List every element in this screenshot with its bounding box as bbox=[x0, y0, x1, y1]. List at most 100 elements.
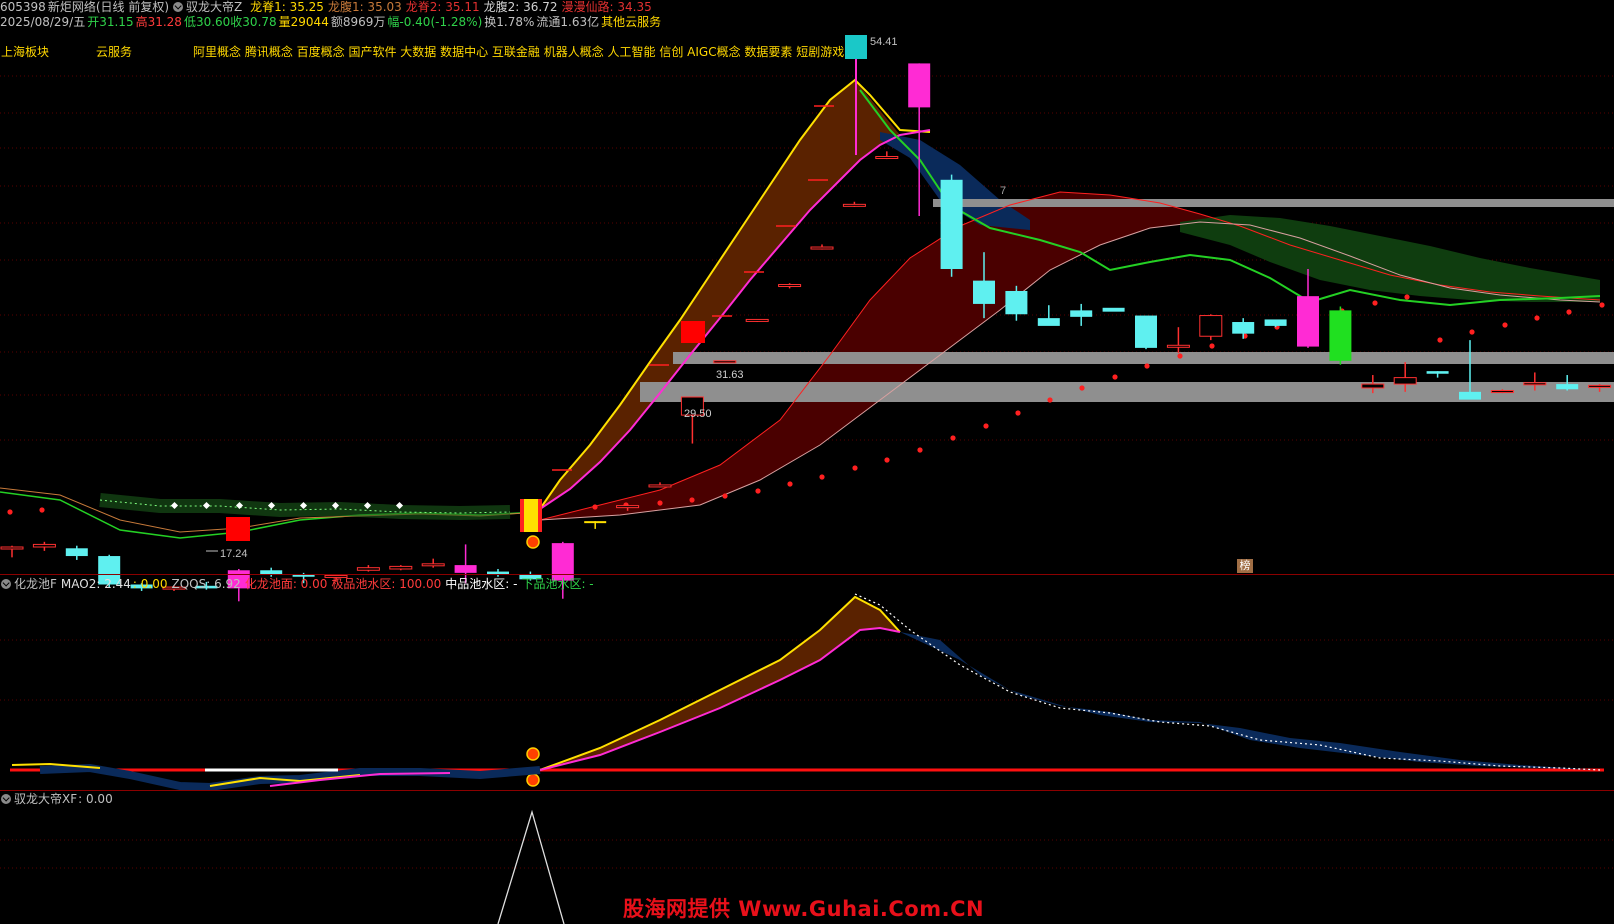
candle-body bbox=[1070, 310, 1093, 317]
candle bbox=[745, 318, 769, 323]
resistance-bar-top bbox=[933, 199, 1614, 207]
signal-name[interactable]: 驭龙大帝XF bbox=[14, 792, 77, 806]
quote-change: 幅-0.40(-1.28%) bbox=[387, 15, 483, 29]
sar-dot bbox=[1566, 309, 1572, 315]
sar-dot bbox=[1209, 343, 1215, 349]
pool-top: 极品池水区: 100.00 bbox=[331, 577, 442, 591]
dragon-band-green bbox=[1180, 215, 1600, 302]
candle-body bbox=[1329, 310, 1352, 361]
pool-settings-icon[interactable] bbox=[1, 579, 11, 589]
sar-dot bbox=[755, 488, 761, 494]
sar-dot bbox=[1599, 302, 1605, 308]
quote-close: 收30.78 bbox=[230, 15, 277, 29]
candle-body bbox=[973, 280, 995, 304]
industry-label[interactable]: 云服务 bbox=[96, 45, 132, 60]
signal-settings-icon[interactable] bbox=[1, 794, 11, 804]
candle bbox=[1037, 305, 1060, 326]
signal-coin-icon bbox=[526, 747, 540, 761]
candle-body bbox=[875, 156, 899, 160]
candle-body bbox=[32, 543, 56, 548]
signal-panel-header: 驭龙大帝XF: 0.00 bbox=[0, 792, 117, 807]
header-row: 605398 新炬网络(日线 前复权) 驭龙大帝Z 龙脊1: 35.25 龙腹1: 3… bbox=[0, 0, 660, 15]
candle-body bbox=[1556, 384, 1579, 390]
rank-badge[interactable]: 榜 bbox=[1237, 559, 1253, 573]
candle bbox=[1426, 371, 1449, 378]
candle-body bbox=[584, 521, 607, 524]
candle-body bbox=[1135, 315, 1157, 348]
concept-tags[interactable]: 阿里概念 腾讯概念 百度概念 国产软件 大数据 数据中心 互联金融 机器人概念 … bbox=[193, 45, 844, 60]
candle bbox=[778, 283, 802, 289]
resistance-label-1: 31.63 bbox=[716, 369, 744, 381]
pool-panel-header: 化龙池F MAO2: 2.44: 0.00 ZQQS: 6.92 化龙池面: 0.00… bbox=[0, 577, 598, 592]
candle-body bbox=[1297, 296, 1319, 347]
candle bbox=[842, 201, 866, 207]
pool-mid: 中品池水区: - bbox=[445, 577, 518, 591]
sar-dot bbox=[1469, 329, 1475, 335]
sar-dot bbox=[1112, 374, 1118, 380]
candle bbox=[1199, 314, 1223, 341]
candle-body bbox=[389, 565, 413, 570]
sar-dot bbox=[1437, 337, 1443, 343]
resistance-bar-mid bbox=[673, 352, 1614, 364]
candle-body bbox=[1005, 290, 1028, 315]
candle bbox=[1135, 315, 1157, 350]
pool-dotted-line bbox=[854, 593, 1601, 771]
sar-dot bbox=[689, 497, 695, 503]
high-price-label: 54.41 bbox=[870, 36, 898, 48]
candle-body bbox=[745, 318, 769, 322]
sar-dot bbox=[950, 435, 956, 441]
sar-dot bbox=[787, 481, 793, 487]
candle-body bbox=[908, 63, 931, 108]
candle bbox=[1166, 327, 1190, 354]
candle-body bbox=[421, 563, 445, 567]
sector-label[interactable]: 上海板块 bbox=[1, 45, 49, 60]
candle-body bbox=[1199, 315, 1223, 337]
stock-name: 新炬网络 bbox=[47, 0, 96, 14]
candle bbox=[487, 568, 509, 577]
candle bbox=[810, 244, 834, 250]
indicator-name[interactable]: 驭龙大帝Z bbox=[186, 0, 242, 14]
candle bbox=[713, 360, 737, 364]
sar-dot bbox=[722, 493, 728, 499]
candle-body bbox=[648, 484, 672, 488]
candle-body bbox=[356, 567, 380, 571]
pool-ground: 化龙池面: 0.00 bbox=[244, 577, 328, 591]
chart-canvas: 54.41 17.24 31.63 29.50 7 bbox=[0, 35, 1614, 924]
signal-panel bbox=[497, 809, 565, 924]
sar-dot bbox=[1372, 300, 1378, 306]
sar-dot bbox=[39, 507, 45, 513]
stock-code: 605398 bbox=[0, 0, 46, 14]
panel-separator-1 bbox=[0, 574, 1614, 575]
sar-dot bbox=[7, 509, 13, 515]
sar-dot bbox=[983, 423, 989, 429]
sar-dot bbox=[1404, 294, 1410, 300]
settings-dropdown-icon[interactable] bbox=[173, 2, 184, 12]
pool-band-down bbox=[900, 632, 1600, 770]
sar-dot bbox=[1015, 410, 1021, 416]
candle bbox=[1102, 307, 1125, 312]
sar-dot bbox=[917, 447, 923, 453]
pool-v2: : 0.00 bbox=[132, 577, 168, 591]
quote-volume: 量29044 bbox=[278, 15, 329, 29]
sar-dot bbox=[1144, 363, 1150, 369]
candle bbox=[940, 174, 963, 277]
quote-high: 高31.28 bbox=[135, 15, 182, 29]
sar-dot bbox=[1079, 385, 1085, 391]
pool-panel bbox=[10, 593, 1604, 792]
pool-name[interactable]: 化龙池F bbox=[14, 577, 57, 591]
candle-body bbox=[0, 546, 24, 550]
candle bbox=[1264, 319, 1287, 328]
sar-dot bbox=[592, 504, 598, 510]
upper-band-fill bbox=[540, 80, 1600, 520]
breakout-candle-core bbox=[524, 499, 538, 532]
candle bbox=[1329, 306, 1352, 365]
indicator-value-2: 龙腹1: 35.03 bbox=[327, 0, 402, 14]
band-label: 7 bbox=[1000, 185, 1006, 197]
period-label: (日线 前复权) bbox=[95, 0, 170, 14]
quote-amount: 额8969万 bbox=[330, 15, 386, 29]
signal-spike bbox=[497, 809, 565, 924]
low-price-label: 17.24 bbox=[220, 548, 248, 560]
candle bbox=[389, 565, 413, 571]
candle-body bbox=[454, 565, 477, 573]
candle-body bbox=[1037, 318, 1060, 326]
